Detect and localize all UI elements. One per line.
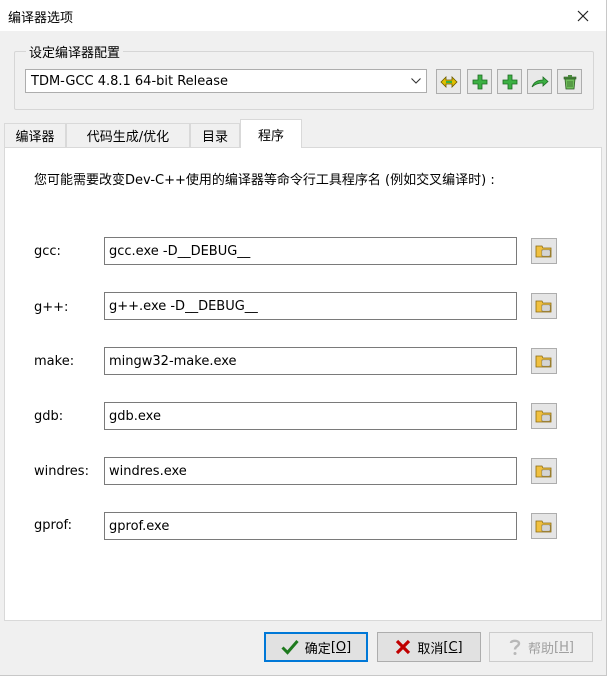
ok-button[interactable]: 确定 [O] <box>264 632 368 662</box>
cancel-label: 取消 <box>417 641 444 657</box>
checkmark-icon <box>281 639 299 655</box>
help-hotkey: [H] <box>554 639 574 655</box>
import-config-icon <box>531 75 549 87</box>
ok-label: 确定 <box>304 641 331 657</box>
folder-icon <box>535 465 552 478</box>
gdb-label: gdb: <box>34 409 64 424</box>
title-bar: 编译器选项 <box>0 0 606 31</box>
cancel-hotkey: [C] <box>443 639 463 655</box>
compiler-config-selected-value: TDM-GCC 4.8.1 64-bit Release <box>31 73 229 89</box>
help-question-icon <box>508 638 522 656</box>
delete-config-icon <box>563 74 576 89</box>
import-config-button[interactable] <box>527 69 552 94</box>
add-config-icon <box>472 74 487 89</box>
gcc-label: gcc: <box>34 244 61 259</box>
gdb-field[interactable] <box>104 402 517 430</box>
make-label: make: <box>34 354 75 369</box>
window-title: 编译器选项 <box>8 11 74 26</box>
add-config-alt-button[interactable] <box>497 69 522 94</box>
tab-compiler[interactable]: 编译器 <box>4 123 66 147</box>
tab-code-generation[interactable]: 代码生成/优化 <box>66 123 190 147</box>
add-config-button[interactable] <box>467 69 492 94</box>
folder-icon <box>535 520 552 533</box>
gpp-label: g++: <box>34 300 69 315</box>
gpp-field[interactable] <box>104 292 517 320</box>
folder-icon <box>535 300 552 313</box>
gpp-browse-button[interactable] <box>531 293 557 319</box>
make-field[interactable] <box>104 347 517 375</box>
delete-config-button[interactable] <box>557 69 582 94</box>
windres-browse-button[interactable] <box>531 458 557 484</box>
compiler-config-select[interactable]: TDM-GCC 4.8.1 64-bit Release <box>25 69 427 93</box>
gprof-label: gprof: <box>34 518 73 533</box>
gprof-browse-button[interactable] <box>531 513 557 539</box>
tab-directories[interactable]: 目录 <box>190 123 240 147</box>
help-label: 帮助 <box>528 641 555 657</box>
rename-config-button[interactable] <box>436 69 461 94</box>
ok-hotkey: [O] <box>330 639 352 655</box>
help-button[interactable]: 帮助 [H] <box>489 632 593 662</box>
cancel-x-icon <box>395 639 411 655</box>
folder-icon <box>535 355 552 368</box>
make-browse-button[interactable] <box>531 348 557 374</box>
folder-icon <box>535 245 552 258</box>
tab-programs[interactable]: 程序 <box>240 119 302 148</box>
gprof-field[interactable] <box>104 512 517 540</box>
folder-icon <box>535 410 552 423</box>
programs-panel <box>4 147 602 621</box>
programs-description: 您可能需要改变Dev-C++使用的编译器等命令行工具程序名 (例如交叉编译时) … <box>34 173 495 188</box>
rename-config-icon <box>439 75 458 88</box>
compiler-config-legend: 设定编译器配置 <box>26 42 124 61</box>
gcc-field[interactable] <box>104 237 517 265</box>
windres-field[interactable] <box>104 457 517 485</box>
gdb-browse-button[interactable] <box>531 403 557 429</box>
close-icon <box>577 10 589 21</box>
cancel-button[interactable]: 取消 [C] <box>377 632 481 662</box>
windres-label: windres: <box>34 464 89 479</box>
close-button[interactable] <box>560 0 606 31</box>
gcc-browse-button[interactable] <box>531 238 557 264</box>
add-config-alt-icon <box>502 74 517 89</box>
compiler-options-dialog: 编译器选项 设定编译器配置 TDM-GCC 4.8.1 64-bit Relea… <box>0 0 607 676</box>
chevron-down-icon <box>406 70 426 92</box>
